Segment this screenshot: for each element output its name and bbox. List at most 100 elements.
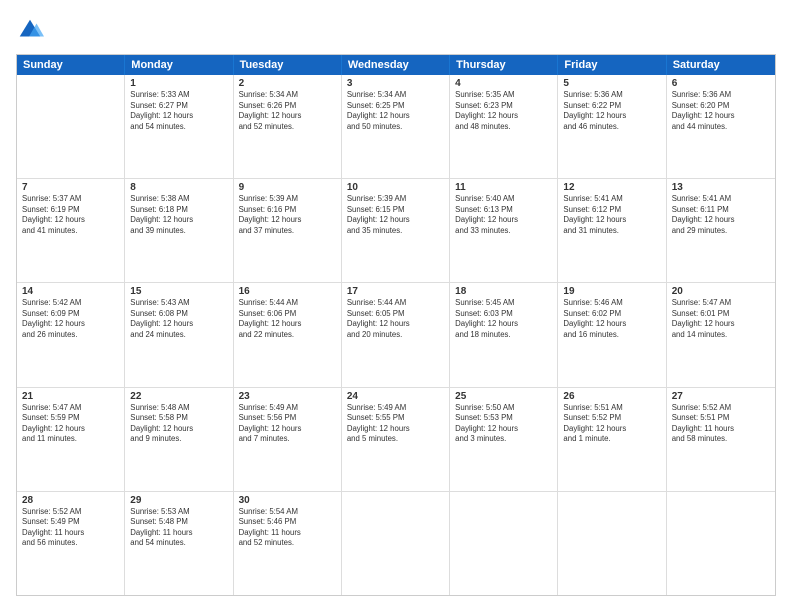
cell-info: Sunrise: 5:43 AM Sunset: 6:08 PM Dayligh… xyxy=(130,298,227,340)
header-day-tuesday: Tuesday xyxy=(234,55,342,75)
calendar-header: SundayMondayTuesdayWednesdayThursdayFrid… xyxy=(17,55,775,75)
calendar-cell: 6Sunrise: 5:36 AM Sunset: 6:20 PM Daylig… xyxy=(667,75,775,178)
cell-info: Sunrise: 5:48 AM Sunset: 5:58 PM Dayligh… xyxy=(130,403,227,445)
calendar-row-3: 14Sunrise: 5:42 AM Sunset: 6:09 PM Dayli… xyxy=(17,283,775,387)
day-number: 27 xyxy=(672,391,770,402)
cell-info: Sunrise: 5:41 AM Sunset: 6:12 PM Dayligh… xyxy=(563,194,660,236)
calendar-cell: 12Sunrise: 5:41 AM Sunset: 6:12 PM Dayli… xyxy=(558,179,666,282)
calendar-cell: 5Sunrise: 5:36 AM Sunset: 6:22 PM Daylig… xyxy=(558,75,666,178)
cell-info: Sunrise: 5:36 AM Sunset: 6:20 PM Dayligh… xyxy=(672,90,770,132)
cell-info: Sunrise: 5:47 AM Sunset: 5:59 PM Dayligh… xyxy=(22,403,119,445)
day-number: 19 xyxy=(563,286,660,297)
cell-info: Sunrise: 5:51 AM Sunset: 5:52 PM Dayligh… xyxy=(563,403,660,445)
cell-info: Sunrise: 5:41 AM Sunset: 6:11 PM Dayligh… xyxy=(672,194,770,236)
calendar-cell: 3Sunrise: 5:34 AM Sunset: 6:25 PM Daylig… xyxy=(342,75,450,178)
calendar-cell: 10Sunrise: 5:39 AM Sunset: 6:15 PM Dayli… xyxy=(342,179,450,282)
day-number: 17 xyxy=(347,286,444,297)
header-day-saturday: Saturday xyxy=(667,55,775,75)
calendar-cell: 20Sunrise: 5:47 AM Sunset: 6:01 PM Dayli… xyxy=(667,283,775,386)
cell-info: Sunrise: 5:44 AM Sunset: 6:06 PM Dayligh… xyxy=(239,298,336,340)
cell-info: Sunrise: 5:52 AM Sunset: 5:51 PM Dayligh… xyxy=(672,403,770,445)
logo-icon xyxy=(16,16,44,44)
calendar-cell xyxy=(17,75,125,178)
day-number: 20 xyxy=(672,286,770,297)
calendar-row-4: 21Sunrise: 5:47 AM Sunset: 5:59 PM Dayli… xyxy=(17,388,775,492)
day-number: 10 xyxy=(347,182,444,193)
calendar-row-1: 1Sunrise: 5:33 AM Sunset: 6:27 PM Daylig… xyxy=(17,75,775,179)
cell-info: Sunrise: 5:37 AM Sunset: 6:19 PM Dayligh… xyxy=(22,194,119,236)
calendar-cell: 11Sunrise: 5:40 AM Sunset: 6:13 PM Dayli… xyxy=(450,179,558,282)
cell-info: Sunrise: 5:44 AM Sunset: 6:05 PM Dayligh… xyxy=(347,298,444,340)
day-number: 2 xyxy=(239,78,336,89)
calendar-cell: 27Sunrise: 5:52 AM Sunset: 5:51 PM Dayli… xyxy=(667,388,775,491)
cell-info: Sunrise: 5:47 AM Sunset: 6:01 PM Dayligh… xyxy=(672,298,770,340)
header-day-wednesday: Wednesday xyxy=(342,55,450,75)
calendar-cell: 30Sunrise: 5:54 AM Sunset: 5:46 PM Dayli… xyxy=(234,492,342,595)
page: SundayMondayTuesdayWednesdayThursdayFrid… xyxy=(0,0,792,612)
calendar-cell: 26Sunrise: 5:51 AM Sunset: 5:52 PM Dayli… xyxy=(558,388,666,491)
calendar-cell xyxy=(667,492,775,595)
calendar-body: 1Sunrise: 5:33 AM Sunset: 6:27 PM Daylig… xyxy=(17,75,775,595)
day-number: 1 xyxy=(130,78,227,89)
day-number: 26 xyxy=(563,391,660,402)
day-number: 4 xyxy=(455,78,552,89)
day-number: 13 xyxy=(672,182,770,193)
cell-info: Sunrise: 5:33 AM Sunset: 6:27 PM Dayligh… xyxy=(130,90,227,132)
cell-info: Sunrise: 5:54 AM Sunset: 5:46 PM Dayligh… xyxy=(239,507,336,549)
calendar-cell: 13Sunrise: 5:41 AM Sunset: 6:11 PM Dayli… xyxy=(667,179,775,282)
calendar-cell: 18Sunrise: 5:45 AM Sunset: 6:03 PM Dayli… xyxy=(450,283,558,386)
cell-info: Sunrise: 5:38 AM Sunset: 6:18 PM Dayligh… xyxy=(130,194,227,236)
cell-info: Sunrise: 5:53 AM Sunset: 5:48 PM Dayligh… xyxy=(130,507,227,549)
header-day-monday: Monday xyxy=(125,55,233,75)
day-number: 7 xyxy=(22,182,119,193)
day-number: 12 xyxy=(563,182,660,193)
header-day-friday: Friday xyxy=(558,55,666,75)
day-number: 8 xyxy=(130,182,227,193)
day-number: 22 xyxy=(130,391,227,402)
cell-info: Sunrise: 5:36 AM Sunset: 6:22 PM Dayligh… xyxy=(563,90,660,132)
day-number: 30 xyxy=(239,495,336,506)
calendar-cell: 19Sunrise: 5:46 AM Sunset: 6:02 PM Dayli… xyxy=(558,283,666,386)
cell-info: Sunrise: 5:40 AM Sunset: 6:13 PM Dayligh… xyxy=(455,194,552,236)
calendar-cell: 14Sunrise: 5:42 AM Sunset: 6:09 PM Dayli… xyxy=(17,283,125,386)
calendar-cell xyxy=(450,492,558,595)
header-day-sunday: Sunday xyxy=(17,55,125,75)
cell-info: Sunrise: 5:49 AM Sunset: 5:55 PM Dayligh… xyxy=(347,403,444,445)
cell-info: Sunrise: 5:46 AM Sunset: 6:02 PM Dayligh… xyxy=(563,298,660,340)
calendar-cell: 29Sunrise: 5:53 AM Sunset: 5:48 PM Dayli… xyxy=(125,492,233,595)
calendar-cell xyxy=(558,492,666,595)
calendar-cell: 9Sunrise: 5:39 AM Sunset: 6:16 PM Daylig… xyxy=(234,179,342,282)
day-number: 28 xyxy=(22,495,119,506)
calendar: SundayMondayTuesdayWednesdayThursdayFrid… xyxy=(16,54,776,596)
cell-info: Sunrise: 5:52 AM Sunset: 5:49 PM Dayligh… xyxy=(22,507,119,549)
cell-info: Sunrise: 5:34 AM Sunset: 6:26 PM Dayligh… xyxy=(239,90,336,132)
header xyxy=(16,16,776,44)
day-number: 11 xyxy=(455,182,552,193)
day-number: 14 xyxy=(22,286,119,297)
cell-info: Sunrise: 5:50 AM Sunset: 5:53 PM Dayligh… xyxy=(455,403,552,445)
cell-info: Sunrise: 5:45 AM Sunset: 6:03 PM Dayligh… xyxy=(455,298,552,340)
day-number: 25 xyxy=(455,391,552,402)
day-number: 9 xyxy=(239,182,336,193)
cell-info: Sunrise: 5:35 AM Sunset: 6:23 PM Dayligh… xyxy=(455,90,552,132)
calendar-cell: 8Sunrise: 5:38 AM Sunset: 6:18 PM Daylig… xyxy=(125,179,233,282)
logo xyxy=(16,16,48,44)
day-number: 6 xyxy=(672,78,770,89)
header-day-thursday: Thursday xyxy=(450,55,558,75)
day-number: 15 xyxy=(130,286,227,297)
calendar-cell: 1Sunrise: 5:33 AM Sunset: 6:27 PM Daylig… xyxy=(125,75,233,178)
calendar-cell: 17Sunrise: 5:44 AM Sunset: 6:05 PM Dayli… xyxy=(342,283,450,386)
day-number: 21 xyxy=(22,391,119,402)
day-number: 24 xyxy=(347,391,444,402)
day-number: 5 xyxy=(563,78,660,89)
calendar-cell: 2Sunrise: 5:34 AM Sunset: 6:26 PM Daylig… xyxy=(234,75,342,178)
cell-info: Sunrise: 5:39 AM Sunset: 6:15 PM Dayligh… xyxy=(347,194,444,236)
cell-info: Sunrise: 5:39 AM Sunset: 6:16 PM Dayligh… xyxy=(239,194,336,236)
calendar-cell: 16Sunrise: 5:44 AM Sunset: 6:06 PM Dayli… xyxy=(234,283,342,386)
calendar-cell xyxy=(342,492,450,595)
calendar-row-5: 28Sunrise: 5:52 AM Sunset: 5:49 PM Dayli… xyxy=(17,492,775,595)
cell-info: Sunrise: 5:34 AM Sunset: 6:25 PM Dayligh… xyxy=(347,90,444,132)
calendar-cell: 7Sunrise: 5:37 AM Sunset: 6:19 PM Daylig… xyxy=(17,179,125,282)
calendar-cell: 22Sunrise: 5:48 AM Sunset: 5:58 PM Dayli… xyxy=(125,388,233,491)
day-number: 16 xyxy=(239,286,336,297)
